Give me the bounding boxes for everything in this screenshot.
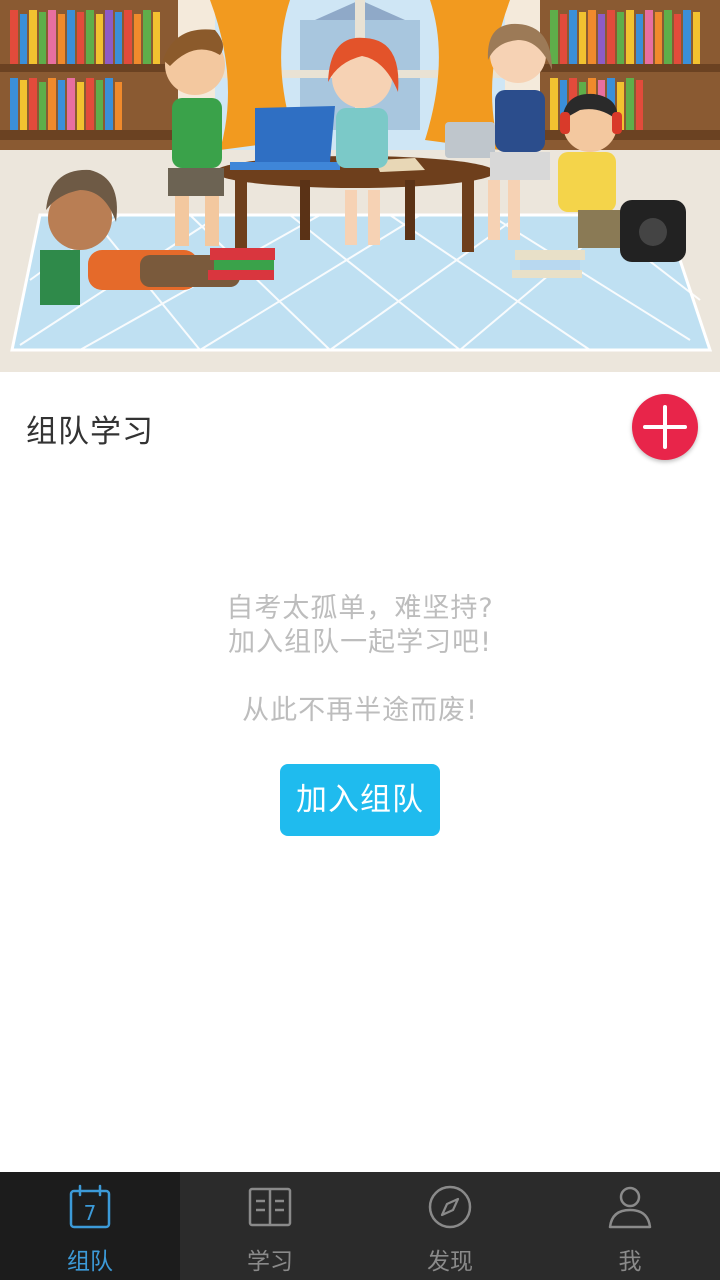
tab-discover[interactable]: 发现 — [360, 1172, 540, 1280]
tab-team[interactable]: 7 组队 — [0, 1172, 180, 1280]
tab-label-discover: 发现 — [427, 1249, 473, 1275]
compass-icon — [428, 1185, 472, 1229]
tab-label-study: 学习 — [247, 1249, 293, 1275]
plus-icon — [643, 405, 687, 449]
tab-label-team: 组队 — [67, 1249, 113, 1275]
hero-illustration — [0, 0, 720, 372]
user-icon — [608, 1186, 652, 1229]
tab-study[interactable]: 学习 — [180, 1172, 360, 1280]
tab-me[interactable]: 我 — [540, 1172, 720, 1280]
team-study-screen: 组队学习 自考太孤单，难坚持? 加入组队一起学习吧! 从此不再半途而废! 加入组… — [0, 0, 720, 1280]
tab-label-me: 我 — [618, 1249, 642, 1275]
calendar-day-number: 7 — [84, 1201, 97, 1225]
section-title: 组队学习 — [26, 414, 154, 450]
bottom-tab-bar: 7 组队 学习 发现 我 — [0, 1172, 720, 1280]
add-team-button[interactable] — [632, 394, 698, 460]
empty-state-line-2: 加入组队一起学习吧! — [228, 627, 492, 658]
empty-state-line-3: 从此不再半途而废! — [242, 695, 478, 726]
calendar-icon: 7 — [69, 1184, 111, 1229]
join-team-button[interactable]: 加入组队 — [280, 764, 440, 836]
book-icon — [248, 1187, 292, 1227]
library-study-illustration — [0, 0, 720, 372]
section-header: 组队学习 — [0, 372, 720, 482]
